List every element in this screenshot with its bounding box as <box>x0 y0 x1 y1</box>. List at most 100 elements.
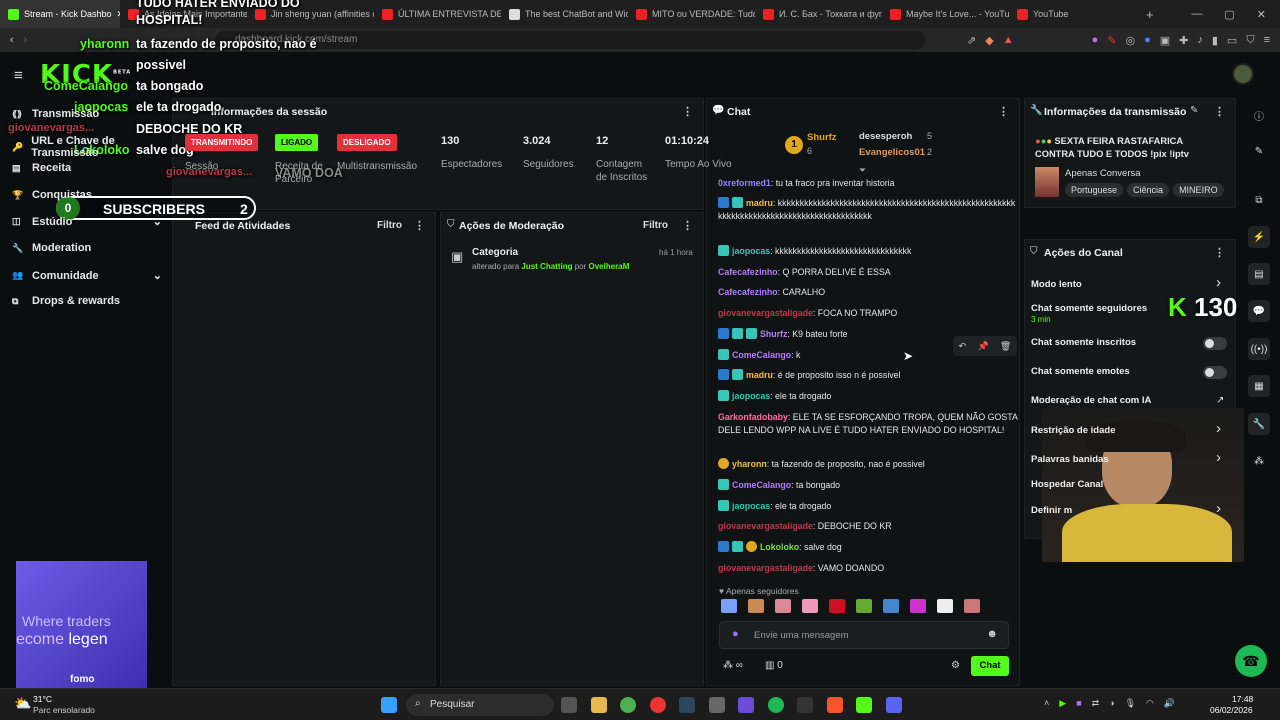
chat-message[interactable]: 0xreformed1: tu ta fraco pra inventar hi… <box>718 177 1018 190</box>
emote-icon[interactable] <box>775 599 791 613</box>
chat-message[interactable]: ComeCalango: k <box>718 349 1018 362</box>
share-icon[interactable]: ⇗ <box>967 34 976 47</box>
chat-username[interactable]: giovanevargastaligade <box>718 563 813 573</box>
archive-icon[interactable]: ▦ <box>1248 375 1270 397</box>
channel-action-restri-o-de-idade[interactable]: Restrição de idade <box>1031 425 1115 436</box>
menu-icon[interactable]: ≡ <box>1264 34 1270 47</box>
broadcast-icon[interactable]: ((•)) <box>1248 338 1270 360</box>
filter-button[interactable]: Filtro <box>643 220 668 231</box>
spotify-icon[interactable] <box>767 697 784 713</box>
chat-message[interactable]: giovanevargastaligade: VAMO DOANDO <box>718 562 1018 575</box>
sidebar-item-transmiss-o[interactable]: ⟪⟫ Transmissão <box>12 108 162 120</box>
chat-username[interactable]: Cafecafezinho <box>718 267 778 277</box>
list-icon[interactable]: ▤ <box>1248 263 1270 285</box>
chat-message[interactable]: Lokoloko: salve dog <box>718 541 1018 554</box>
more-icon[interactable]: ⋮ <box>1214 105 1225 118</box>
chat-input[interactable]: ● Envie uma mensagem ☻ <box>719 621 1009 649</box>
shield-icon[interactable]: ⛉ <box>1246 34 1254 47</box>
send-chat-button[interactable]: Chat <box>971 656 1009 676</box>
brave-shield-icon[interactable]: ◆ <box>985 34 993 47</box>
chat-message[interactable]: jaopocas: ele ta drogado <box>718 500 1018 513</box>
extension-icon[interactable]: ▣ <box>1160 34 1170 47</box>
chat-username[interactable]: jaopocas <box>732 246 770 256</box>
sidebar-icon[interactable]: ▮ <box>1212 34 1218 47</box>
steam-icon[interactable] <box>679 697 695 713</box>
channel-action-modera-o-de-chat-com-ia[interactable]: Moderação de chat com IA <box>1031 395 1151 406</box>
channel-action-chat-somente-emotes[interactable]: Chat somente emotes <box>1031 366 1130 377</box>
chat-username[interactable]: madru <box>746 198 773 208</box>
tray-icon[interactable]: ▶ <box>1059 698 1066 709</box>
app-icon[interactable] <box>797 697 813 713</box>
user-avatar[interactable] <box>1232 63 1254 85</box>
emote-icon[interactable] <box>721 599 737 613</box>
channel-action-hospedar-canal[interactable]: Hospedar Canal <box>1031 479 1103 490</box>
emote-icon[interactable] <box>883 599 899 613</box>
chevron-right-icon[interactable]: › <box>1216 420 1221 437</box>
chevron-down-icon[interactable]: ⌄ <box>153 215 162 228</box>
chevron-right-icon[interactable]: › <box>1216 500 1221 517</box>
channel-action-chat-somente-inscritos[interactable]: Chat somente inscritos <box>1031 337 1136 348</box>
emote-icon[interactable] <box>856 599 872 613</box>
extension-icon[interactable]: ● <box>1092 34 1099 47</box>
emote-icon[interactable] <box>910 599 926 613</box>
stream-tag[interactable]: Portuguese <box>1065 183 1124 197</box>
chat-username[interactable]: ComeCalango <box>732 480 791 490</box>
emote-icon[interactable] <box>802 599 818 613</box>
chrome-icon[interactable] <box>620 697 636 713</box>
emote-icon[interactable] <box>964 599 980 613</box>
chat-message[interactable]: Cafecafezinho: Q PORRA DELIVE É ESSA <box>718 266 1018 279</box>
channel-action-modo-lento[interactable]: Modo lento <box>1031 279 1082 290</box>
emote-icon[interactable] <box>937 599 953 613</box>
maximize-icon[interactable]: ▢ <box>1224 8 1234 21</box>
chat-username[interactable]: jaopocas <box>732 501 770 511</box>
mic-icon[interactable]: 🎙 <box>1125 698 1136 709</box>
more-icon[interactable]: ⋮ <box>1214 246 1225 259</box>
sidebar-item-moderation[interactable]: 🔧 Moderation <box>12 242 162 254</box>
music-icon[interactable]: ♪ <box>1197 34 1203 47</box>
tray-icon[interactable]: ■ <box>1076 698 1081 709</box>
chat-username[interactable]: Lokoloko <box>760 542 799 552</box>
taskbar-search[interactable]: ⌕ Pesquisar <box>406 694 554 716</box>
store-button[interactable]: ▥ 0 <box>765 660 783 671</box>
chat-username[interactable]: giovanevargastaligade <box>718 521 813 531</box>
chat-icon[interactable]: 💬 <box>1248 300 1270 322</box>
bolt-icon[interactable]: ⚡ <box>1248 226 1270 248</box>
browser-tab[interactable]: И. С. Бах - Токката и фуга <box>755 0 882 28</box>
discord-icon[interactable] <box>885 697 902 713</box>
channel-action-definir-m[interactable]: Definir m <box>1031 505 1072 516</box>
task-view-icon[interactable] <box>561 697 577 713</box>
settings-icon[interactable] <box>708 697 725 713</box>
chevron-right-icon[interactable]: › <box>1216 274 1221 291</box>
share-icon[interactable]: ⁂ <box>1248 450 1270 472</box>
more-icon[interactable]: ⋮ <box>414 219 425 232</box>
opera-icon[interactable] <box>649 697 666 713</box>
chat-message[interactable]: giovanevargastaligade: FOCA NO TRAMPO <box>718 307 1018 320</box>
mic-icon[interactable]: ● <box>732 628 739 640</box>
info-icon[interactable]: ⓘ <box>1248 104 1270 126</box>
kick-icon[interactable] <box>856 697 872 713</box>
edit-icon[interactable]: ✎ <box>1190 105 1198 116</box>
collapse-icon[interactable]: ⏷ <box>859 165 866 176</box>
app-grid-icon[interactable] <box>738 697 754 713</box>
start-icon[interactable] <box>381 697 397 713</box>
more-icon[interactable]: ⋮ <box>998 105 1009 118</box>
volume-icon[interactable]: 🔊 <box>1164 698 1175 709</box>
browser-tab[interactable]: Maybe It's Love... - YouTu <box>882 0 1009 28</box>
chat-message[interactable]: Shurfz: K9 bateu forte <box>718 328 1018 341</box>
layout-icon[interactable]: ⧉ <box>1248 189 1270 211</box>
sidebar-item-comunidade[interactable]: 👥 Comunidade ⌄ <box>12 269 162 283</box>
back-icon[interactable]: ‹ <box>10 34 14 46</box>
emote-icon[interactable] <box>829 599 845 613</box>
chevron-right-icon[interactable]: › <box>1216 449 1221 466</box>
folder-icon[interactable] <box>590 697 607 713</box>
channel-action-chat-somente-seguidores[interactable]: Chat somente seguidores <box>1031 303 1147 314</box>
toggle-switch[interactable] <box>1203 337 1227 350</box>
chat-message[interactable]: jaopocas: kkkkkkkkkkkkkkkkkkkkkkkkkkkkkk… <box>718 245 1018 258</box>
browser-tab[interactable]: MITO ou VERDADE: Tudo <box>628 0 755 28</box>
browser-tab[interactable]: YouTube <box>1009 0 1136 28</box>
chat-message[interactable]: madru: é de proposito isso n é possivel <box>718 369 1018 382</box>
sidebar-item-est-dio[interactable]: ◫ Estúdio ⌄ <box>12 215 162 229</box>
extension-icon[interactable]: ● <box>1144 34 1151 47</box>
emote-icon[interactable] <box>748 599 764 613</box>
stream-tag[interactable]: Ciência <box>1127 183 1170 197</box>
